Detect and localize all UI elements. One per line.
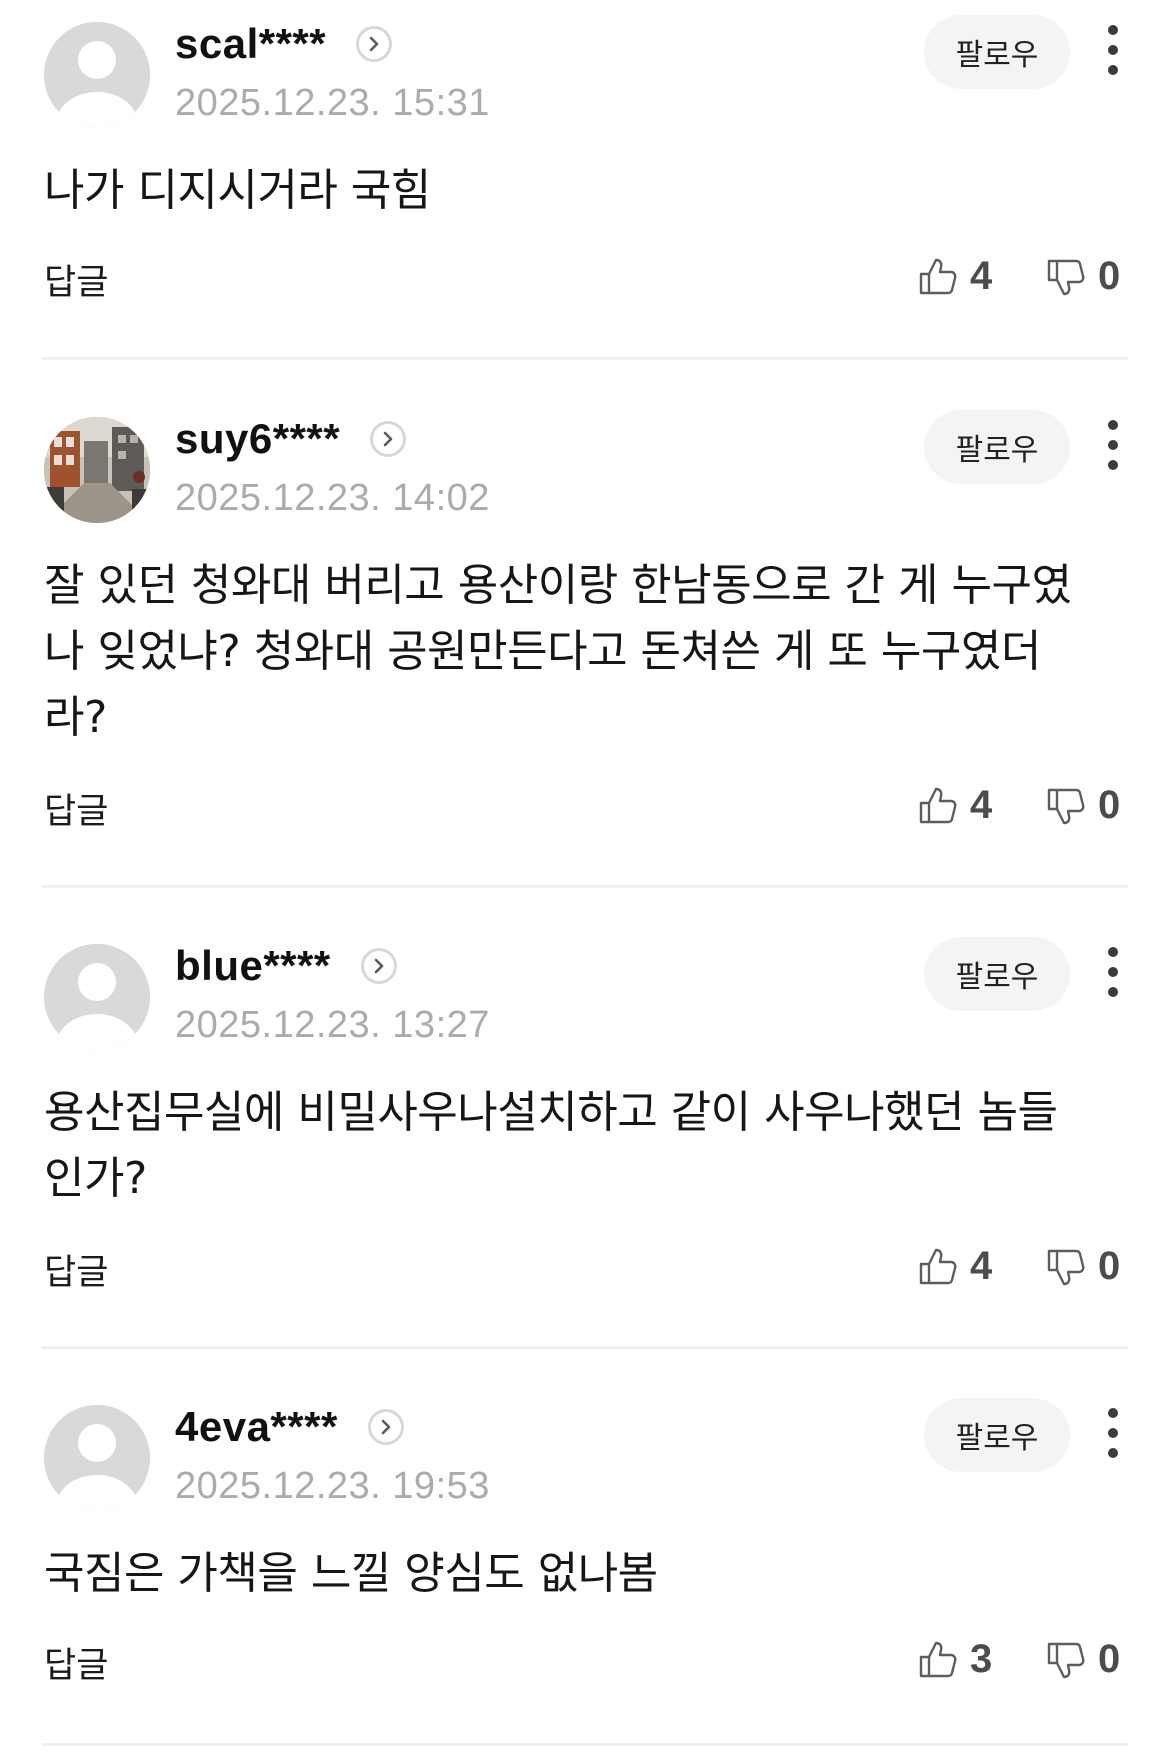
username-row: blue**** <box>175 940 397 992</box>
chevron-right-icon[interactable] <box>360 948 397 984</box>
chevron-right-icon[interactable] <box>356 26 393 62</box>
like-button[interactable]: 4 <box>916 1244 992 1289</box>
default-avatar-icon <box>44 1405 150 1511</box>
avatar[interactable] <box>44 944 150 1050</box>
divider <box>42 1743 1128 1746</box>
default-avatar-icon <box>44 944 150 1050</box>
thumbs-up-icon <box>919 787 957 823</box>
like-count: 4 <box>970 254 993 298</box>
dislike-count: 0 <box>1098 1637 1121 1681</box>
username[interactable]: suy6**** <box>175 415 340 463</box>
reply-button[interactable]: 답글 <box>44 1637 108 1688</box>
dislike-button[interactable]: 0 <box>1044 254 1120 299</box>
follow-button[interactable]: 팔로우 <box>924 410 1070 484</box>
thumbs-down-icon <box>1047 788 1085 824</box>
dislike-button[interactable]: 0 <box>1044 783 1120 828</box>
username[interactable]: blue**** <box>175 942 331 990</box>
dislike-button[interactable]: 0 <box>1044 1637 1120 1682</box>
comment-text: 국짐은 가책을 느낄 양심도 없나봄 <box>44 1548 658 1599</box>
comment-timestamp: 2025.12.23. 15:31 <box>175 82 490 124</box>
comment-item: scal**** 2025.12.23. 15:31 팔로우 나가 디지시거라 … <box>0 0 1170 362</box>
avatar[interactable] <box>44 1405 150 1511</box>
comment-text: 용산집무실에 비밀사우나설치하고 같이 사우나했던 놈들인가? <box>44 1087 1058 1204</box>
username-row: scal**** <box>175 18 393 70</box>
more-vertical-icon[interactable] <box>1098 1408 1128 1458</box>
photo-avatar-icon <box>44 417 150 523</box>
dislike-count: 0 <box>1098 783 1121 827</box>
default-avatar-icon <box>44 22 150 128</box>
follow-button[interactable]: 팔로우 <box>924 937 1070 1011</box>
dislike-count: 0 <box>1098 254 1121 298</box>
like-button[interactable]: 4 <box>916 254 992 299</box>
more-vertical-icon[interactable] <box>1098 420 1128 470</box>
thumbs-down-icon <box>1047 1249 1085 1285</box>
more-vertical-icon[interactable] <box>1098 947 1128 997</box>
divider <box>42 1346 1128 1349</box>
dislike-count: 0 <box>1098 1244 1121 1288</box>
thumbs-down-icon <box>1047 259 1085 295</box>
thumbs-up-icon <box>919 1641 957 1677</box>
comment-timestamp: 2025.12.23. 14:02 <box>175 477 490 519</box>
chevron-right-icon[interactable] <box>367 1409 404 1445</box>
comment-text: 나가 디지시거라 국힘 <box>44 165 431 216</box>
comment-item: 4eva**** 2025.12.23. 19:53 팔로우 국짐은 가책을 느… <box>0 1383 1170 1752</box>
comment-timestamp: 2025.12.23. 19:53 <box>175 1465 490 1507</box>
reply-button[interactable]: 답글 <box>44 254 108 305</box>
like-count: 3 <box>970 1637 993 1681</box>
more-vertical-icon[interactable] <box>1098 25 1128 75</box>
like-button[interactable]: 4 <box>916 783 992 828</box>
avatar[interactable] <box>44 22 150 128</box>
comment-item: blue**** 2025.12.23. 13:27 팔로우 용산집무실에 비밀… <box>0 922 1170 1352</box>
divider <box>42 357 1128 360</box>
like-count: 4 <box>970 1244 993 1288</box>
reply-button[interactable]: 답글 <box>44 783 108 834</box>
thumbs-down-icon <box>1047 1642 1085 1678</box>
dislike-button[interactable]: 0 <box>1044 1244 1120 1289</box>
follow-button[interactable]: 팔로우 <box>924 15 1070 89</box>
thumbs-up-icon <box>919 258 957 294</box>
like-button[interactable]: 3 <box>916 1637 992 1682</box>
reply-button[interactable]: 답글 <box>44 1244 108 1295</box>
comment-timestamp: 2025.12.23. 13:27 <box>175 1004 490 1046</box>
username-row: suy6**** <box>175 413 407 465</box>
divider <box>42 885 1128 888</box>
username[interactable]: scal**** <box>175 20 326 68</box>
username[interactable]: 4eva**** <box>175 1403 338 1451</box>
chevron-right-icon[interactable] <box>370 421 407 457</box>
comment-item: suy6**** 2025.12.23. 14:02 팔로우 잘 있던 청와대 … <box>0 395 1170 888</box>
avatar[interactable] <box>44 417 150 523</box>
username-row: 4eva**** <box>175 1401 404 1453</box>
comment-text: 잘 있던 청와대 버리고 용산이랑 한남동으로 간 게 누구였나 잊었냐? 청와… <box>44 560 1072 743</box>
follow-button[interactable]: 팔로우 <box>924 1398 1070 1472</box>
thumbs-up-icon <box>919 1248 957 1284</box>
like-count: 4 <box>970 783 993 827</box>
